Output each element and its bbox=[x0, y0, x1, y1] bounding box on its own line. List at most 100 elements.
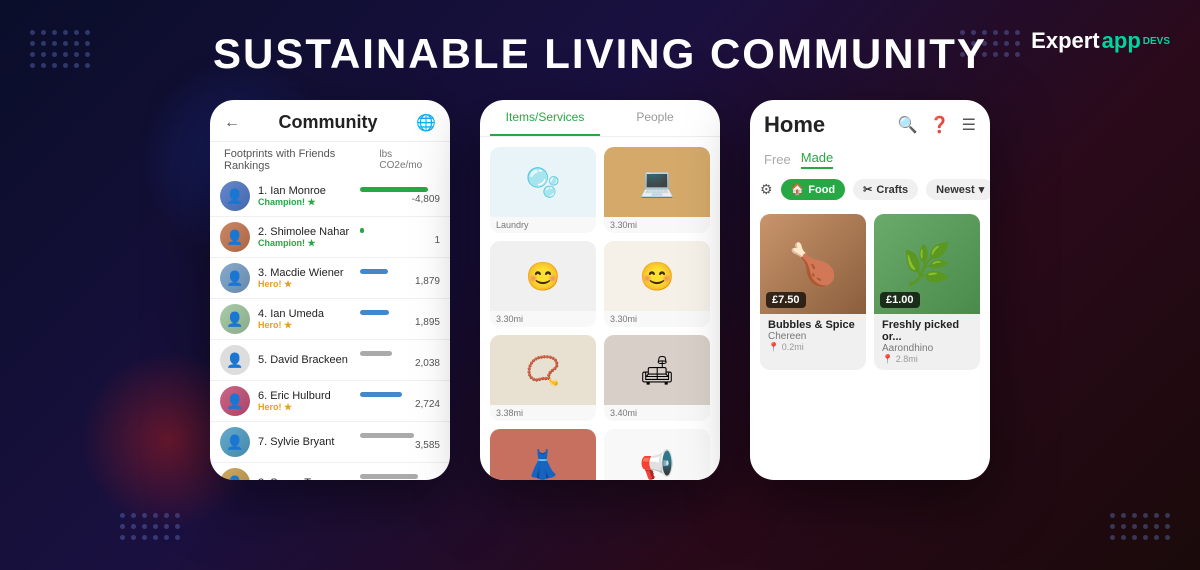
items-tabs: Items/Services People bbox=[480, 100, 720, 137]
product-price-2: £1.00 bbox=[880, 292, 920, 308]
badge-6: Hero! ★ bbox=[258, 402, 352, 413]
bar-col-7: 3,585 bbox=[360, 433, 440, 451]
search-icon[interactable]: 🔍 bbox=[898, 115, 918, 135]
badge-1: Champion! ★ bbox=[258, 197, 352, 208]
crafts-icon: ✂ bbox=[863, 183, 872, 196]
avatar-1: 👤 bbox=[220, 181, 250, 211]
newest-label: Newest bbox=[936, 184, 975, 196]
product-seller-1: Chereen bbox=[768, 331, 858, 342]
product-price-1: £7.50 bbox=[766, 292, 806, 308]
badge-4: Hero! ★ bbox=[258, 320, 352, 331]
bar-col-5: 2,038 bbox=[360, 351, 440, 369]
item-sofa[interactable]: 🛋 3.40mi bbox=[604, 335, 710, 421]
name-col-7: 7. Sylvie Bryant bbox=[258, 436, 352, 448]
page-title: SUSTAINABLE LIVING COMMUNITY bbox=[0, 30, 1200, 78]
phone-home-made: Home 🔍 ❓ ☰ Free Made ⚙ 🏠 Food ✂ Crafts N… bbox=[750, 100, 990, 480]
avatar-6: 👤 bbox=[220, 386, 250, 416]
product-info-2: Freshly picked or... Aarondhino 📍 2.8mi bbox=[874, 314, 980, 370]
community-title: Community bbox=[279, 112, 378, 133]
filter-food[interactable]: 🏠 Food bbox=[781, 179, 846, 200]
score-bar-5 bbox=[360, 351, 392, 356]
home-header: Home 🔍 ❓ ☰ bbox=[750, 100, 990, 146]
tab-people[interactable]: People bbox=[600, 100, 710, 136]
filter-icon[interactable]: ⚙ bbox=[760, 181, 773, 198]
avatar-4: 👤 bbox=[220, 304, 250, 334]
laundry-label: Laundry bbox=[490, 217, 596, 233]
tab-made[interactable]: Made bbox=[801, 150, 834, 169]
ranking-row-7: 👤 7. Sylvie Bryant 3,585 bbox=[210, 422, 450, 463]
sofa-dist: 3.40mi bbox=[604, 405, 710, 421]
badge-3: Hero! ★ bbox=[258, 279, 352, 290]
avatar-2: 👤 bbox=[220, 222, 250, 252]
avatar-8: 👤 bbox=[220, 468, 250, 480]
dress-icon: 👗 bbox=[490, 429, 596, 480]
name-col-1: 1. Ian Monroe Champion! ★ bbox=[258, 185, 352, 208]
product-name-1: Bubbles & Spice bbox=[768, 319, 858, 331]
product-info-1: Bubbles & Spice Chereen 📍 0.2mi bbox=[760, 314, 866, 358]
smile-icon-1: 😊 bbox=[490, 241, 596, 311]
product-card-2[interactable]: 🌿 £1.00 Freshly picked or... Aarondhino … bbox=[874, 214, 980, 370]
score-bar-1 bbox=[360, 187, 428, 192]
tab-items-services[interactable]: Items/Services bbox=[490, 100, 600, 136]
smile-2-dist: 3.30mi bbox=[604, 311, 710, 327]
ranking-row-3: 👤 3. Macdie Wiener Hero! ★ 1,879 bbox=[210, 258, 450, 299]
avatar-3: 👤 bbox=[220, 263, 250, 293]
user-name-6: 6. Eric Hulburd bbox=[258, 390, 352, 402]
rankings-subtitle: Footprints with Friends Rankings bbox=[224, 148, 379, 172]
back-icon[interactable]: ← bbox=[224, 114, 240, 132]
score-bar-3 bbox=[360, 269, 388, 274]
home-title: Home bbox=[764, 112, 825, 138]
item-smile-1[interactable]: 😊 3.30mi bbox=[490, 241, 596, 327]
score-3: 1,879 bbox=[360, 276, 440, 287]
sofa-icon: 🛋 bbox=[604, 335, 710, 405]
laptop-icon: 💻 bbox=[604, 147, 710, 217]
ranking-row-5: 👤 5. David Brackeen 2,038 bbox=[210, 340, 450, 381]
name-col-3: 3. Macdie Wiener Hero! ★ bbox=[258, 267, 352, 290]
name-col-5: 5. David Brackeen bbox=[258, 354, 352, 366]
item-megaphone[interactable]: 📢 bbox=[604, 429, 710, 480]
product-card-1[interactable]: 🍗 £7.50 Bubbles & Spice Chereen 📍 0.2mi bbox=[760, 214, 866, 370]
crafts-label: Crafts bbox=[876, 184, 908, 196]
bar-col-6: 2,724 bbox=[360, 392, 440, 410]
name-col-8: 8. Susan Tu bbox=[258, 477, 352, 480]
items-grid: 🫧 Laundry 💻 3.30mi 😊 3.30mi 😊 3.30mi 📿 bbox=[480, 137, 720, 480]
item-smile-2[interactable]: 😊 3.30mi bbox=[604, 241, 710, 327]
filter-newest[interactable]: Newest ▾ bbox=[926, 179, 990, 200]
smile-1-dist: 3.30mi bbox=[490, 311, 596, 327]
smile-icon-2: 😊 bbox=[604, 241, 710, 311]
score-2: 1 bbox=[360, 235, 440, 246]
bar-col-8: 3,767 bbox=[360, 474, 440, 480]
score-7: 3,585 bbox=[360, 440, 440, 451]
filter-crafts[interactable]: ✂ Crafts bbox=[853, 179, 918, 200]
tab-free[interactable]: Free bbox=[764, 152, 791, 167]
user-name-4: 4. Ian Umeda bbox=[258, 308, 352, 320]
badge-2: Champion! ★ bbox=[258, 238, 352, 249]
score-5: 2,038 bbox=[360, 358, 440, 369]
item-laundry[interactable]: 🫧 Laundry bbox=[490, 147, 596, 233]
menu-icon[interactable]: ☰ bbox=[962, 115, 976, 135]
home-tabs: Free Made bbox=[750, 146, 990, 173]
bar-col-1: -4,809 bbox=[360, 187, 440, 205]
page-header: SUSTAINABLE LIVING COMMUNITY bbox=[0, 30, 1200, 78]
home-cards: 🍗 £7.50 Bubbles & Spice Chereen 📍 0.2mi … bbox=[750, 206, 990, 378]
dots-decoration-br bbox=[1110, 513, 1170, 540]
ranking-row-6: 👤 6. Eric Hulburd Hero! ★ 2,724 bbox=[210, 381, 450, 422]
bar-col-2: 1 bbox=[360, 228, 440, 246]
community-header: ← Community 🌐 bbox=[210, 100, 450, 142]
laundry-icon: 🫧 bbox=[490, 147, 596, 217]
phone-items-services: Items/Services People 🫧 Laundry 💻 3.30mi… bbox=[480, 100, 720, 480]
score-bar-4 bbox=[360, 310, 389, 315]
rankings-unit: lbs CO2e/mo bbox=[379, 149, 436, 171]
product-image-1: 🍗 £7.50 bbox=[760, 214, 866, 314]
score-6: 2,724 bbox=[360, 399, 440, 410]
item-bracelet[interactable]: 📿 3.38mi bbox=[490, 335, 596, 421]
rankings-subtitle-row: Footprints with Friends Rankings lbs CO2… bbox=[210, 142, 450, 176]
help-icon[interactable]: ❓ bbox=[930, 115, 950, 135]
item-dress[interactable]: 👗 bbox=[490, 429, 596, 480]
score-bar-7 bbox=[360, 433, 414, 438]
item-laptop[interactable]: 💻 3.30mi bbox=[604, 147, 710, 233]
name-col-4: 4. Ian Umeda Hero! ★ bbox=[258, 308, 352, 331]
globe-icon[interactable]: 🌐 bbox=[416, 113, 436, 133]
user-name-7: 7. Sylvie Bryant bbox=[258, 436, 352, 448]
score-bar-8 bbox=[360, 474, 418, 479]
